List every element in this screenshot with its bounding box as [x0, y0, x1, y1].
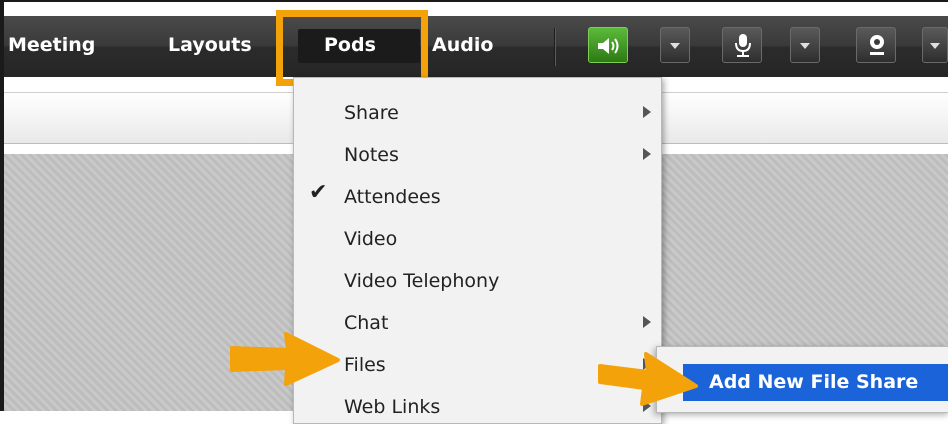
menu-layouts[interactable]: Layouts — [168, 30, 252, 62]
speaker-button[interactable] — [588, 27, 628, 63]
menu-item-notes[interactable]: Notes — [344, 140, 399, 170]
pods-highlight-box — [276, 10, 428, 86]
menu-bar: Meeting Layouts Pods Audio — [4, 16, 948, 77]
chevron-right-icon — [643, 106, 651, 118]
menu-item-chat[interactable]: Chat — [344, 308, 388, 338]
chevron-right-icon — [643, 316, 651, 328]
microphone-button[interactable] — [722, 27, 762, 63]
chevron-down-icon — [800, 43, 810, 49]
chevron-down-icon — [670, 43, 680, 49]
menu-item-add-new-file-share[interactable]: Add New File Share — [683, 364, 948, 401]
check-icon: ✔ — [309, 180, 328, 205]
webcam-options-button[interactable] — [922, 27, 948, 63]
menu-item-files[interactable]: Files — [344, 350, 386, 380]
menu-item-video-telephony[interactable]: Video Telephony — [344, 266, 499, 296]
menu-item-video[interactable]: Video — [344, 224, 397, 254]
webcam-button[interactable] — [856, 27, 896, 63]
speaker-options-button[interactable] — [660, 27, 690, 63]
microphone-icon — [735, 34, 751, 57]
menu-divider — [554, 28, 555, 66]
menu-audio[interactable]: Audio — [432, 30, 493, 62]
speaker-icon — [598, 38, 619, 54]
chevron-right-icon — [643, 148, 651, 160]
callout-arrow-icon — [598, 352, 698, 406]
webcam-icon — [870, 35, 884, 55]
chevron-down-icon — [930, 43, 940, 49]
callout-arrow-icon — [230, 332, 340, 386]
menu-meeting[interactable]: Meeting — [8, 30, 95, 62]
menu-item-share[interactable]: Share — [344, 98, 399, 128]
microphone-options-button[interactable] — [790, 27, 820, 63]
menu-item-attendees[interactable]: Attendees — [344, 182, 441, 212]
menu-item-web-links[interactable]: Web Links — [344, 392, 440, 422]
